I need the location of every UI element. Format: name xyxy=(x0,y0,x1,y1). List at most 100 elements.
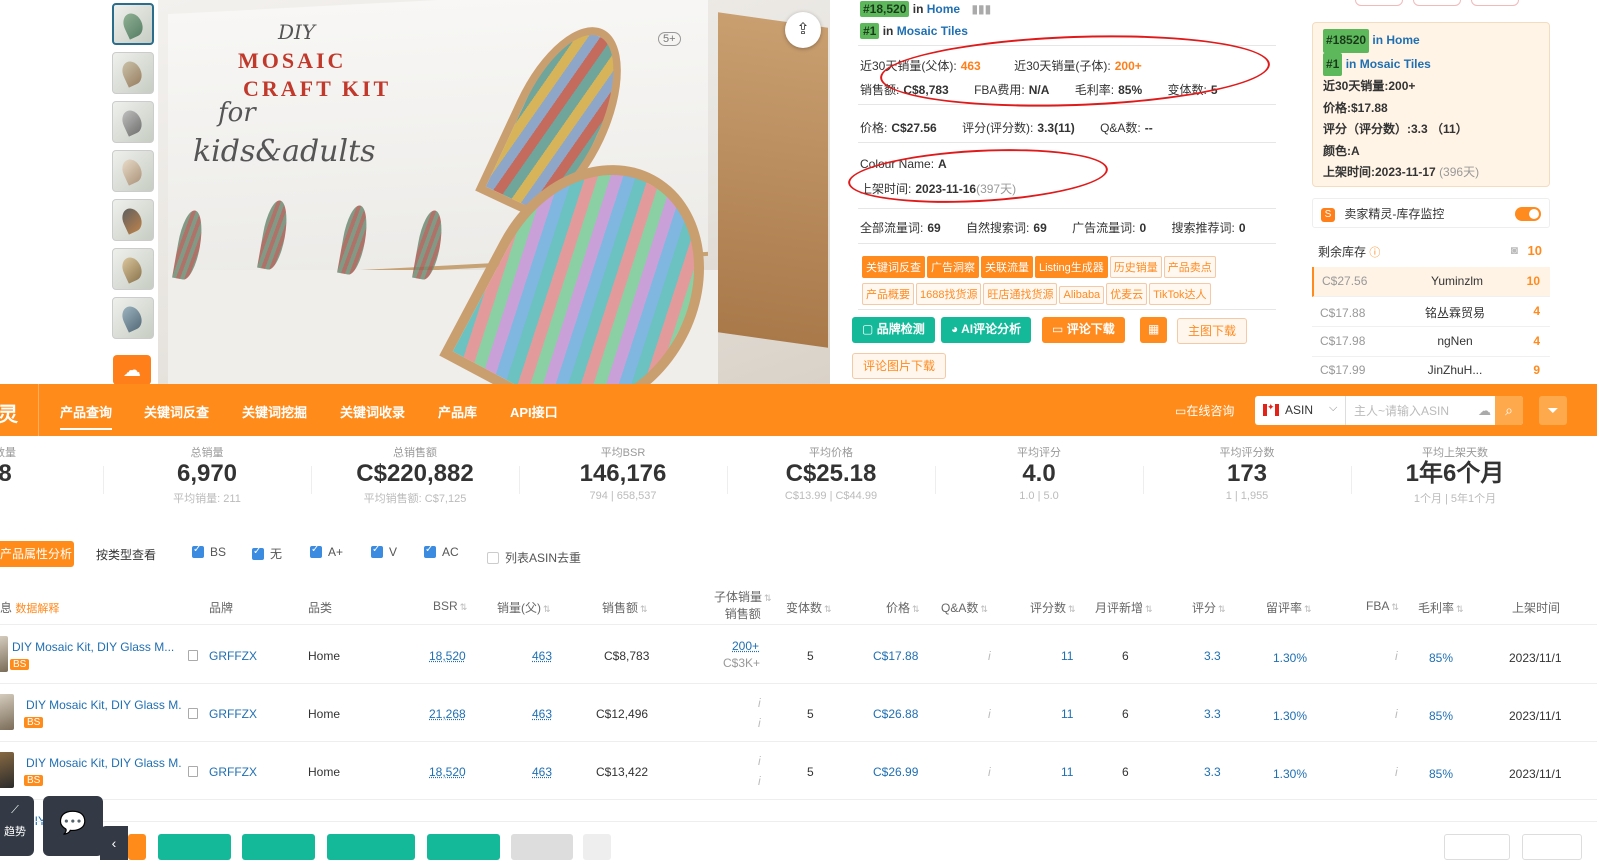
asin-search-input[interactable] xyxy=(1345,396,1485,425)
rating-value[interactable]: 3.3 xyxy=(1204,765,1221,779)
bsr-value[interactable]: 18,520 xyxy=(429,649,466,663)
nav-keyword-reverse[interactable]: 关键词反查 xyxy=(144,402,209,421)
brand-link[interactable]: GRFFZX xyxy=(209,765,257,779)
price-value[interactable]: C$26.99 xyxy=(873,765,918,779)
bottom-button[interactable] xyxy=(242,834,315,860)
col-bsr[interactable]: BSR ⇅ xyxy=(433,599,467,613)
bsr-value[interactable]: 21,268 xyxy=(429,707,466,721)
checkbox-ac[interactable]: AC xyxy=(424,544,459,559)
checkbox-aplus[interactable]: A+ xyxy=(310,544,343,559)
search-type-select[interactable]: ASIN xyxy=(1285,403,1313,417)
pagination-control[interactable] xyxy=(1444,834,1510,860)
fba-info-icon[interactable]: i xyxy=(1395,649,1398,663)
grid-button[interactable]: ▦ xyxy=(1140,317,1168,343)
chevron-down-icon[interactable]: ⌵ xyxy=(1329,402,1337,415)
sales-value[interactable]: 463 xyxy=(532,649,552,663)
pagination-control[interactable] xyxy=(1522,834,1582,860)
online-consult-link[interactable]: ▭在线咨询 xyxy=(1175,402,1234,419)
col-review-rate[interactable]: 留评率 ⇅ xyxy=(1266,599,1312,616)
review-download-button[interactable]: ▭ 评论下载 xyxy=(1042,317,1125,343)
review-image-download-button[interactable]: 评论图片下载 xyxy=(852,353,947,379)
col-child-sales[interactable]: 子体销量 ⇅ 销售额 xyxy=(714,589,772,622)
main-image-download-button[interactable]: 主图下载 xyxy=(1177,318,1248,344)
rating-value[interactable]: 3.3 xyxy=(1204,707,1221,721)
bottom-button[interactable] xyxy=(583,834,611,860)
col-fba[interactable]: FBA ⇅ xyxy=(1366,599,1399,613)
table-row[interactable]: DIY Mosaic Kit, DIY Glass M... BS GRFFZX… xyxy=(0,626,1597,684)
tag-selling-points[interactable]: 产品卖点 xyxy=(1163,256,1216,278)
col-margin[interactable]: 毛利率 ⇅ xyxy=(1418,599,1464,616)
tag-alibaba[interactable]: Alibaba xyxy=(1059,286,1105,304)
share-icon[interactable]: ⇪ xyxy=(785,12,821,48)
col-monthly-new[interactable]: 月评新增 ⇅ xyxy=(1095,599,1153,616)
brand-link[interactable]: GRFFZX xyxy=(209,707,257,721)
document-icon[interactable] xyxy=(188,766,198,777)
tag-listing-generator[interactable]: Listing生成器 xyxy=(1035,256,1108,278)
col-rating[interactable]: 评分 ⇅ xyxy=(1192,599,1226,616)
price-value[interactable]: C$26.88 xyxy=(873,707,918,721)
bottom-button[interactable] xyxy=(128,834,146,860)
sales-value[interactable]: 463 xyxy=(532,707,552,721)
qa-info-icon[interactable]: i xyxy=(988,765,991,779)
rank-category-link[interactable]: Mosaic Tiles xyxy=(897,24,968,38)
col-variants[interactable]: 变体数 ⇅ xyxy=(786,599,832,616)
col-rating-count[interactable]: 评分数 ⇅ xyxy=(1030,599,1076,616)
bar-chart-icon[interactable]: ▮▮▮ xyxy=(971,2,991,16)
rating-count-value[interactable]: 11 xyxy=(1061,765,1073,779)
qa-info-icon[interactable]: i xyxy=(988,707,991,721)
monitor-toggle[interactable] xyxy=(1515,207,1541,221)
checkbox-v[interactable]: V xyxy=(371,544,397,559)
upload-cloud-icon[interactable]: ☁ xyxy=(1478,403,1491,419)
tag-wangdiantong[interactable]: 旺店通找货源 xyxy=(983,283,1058,305)
help-icon[interactable]: ⓘ xyxy=(1369,247,1380,259)
checkbox-none[interactable]: 无 xyxy=(252,545,282,562)
thumbnail-1[interactable] xyxy=(112,3,154,45)
document-icon[interactable] xyxy=(188,708,198,719)
checkbox-bs[interactable]: BS xyxy=(192,544,226,559)
inventory-row[interactable]: C$27.56 Yuminzlm 10 xyxy=(1312,267,1550,297)
bottom-button[interactable] xyxy=(511,834,573,860)
product-thumbnail[interactable] xyxy=(0,752,14,788)
tag-tiktok[interactable]: TikTok达人 xyxy=(1149,283,1211,305)
child-revenue-info-icon[interactable]: i xyxy=(758,716,761,730)
camera-icon[interactable]: ◙ xyxy=(1511,243,1518,257)
inventory-row[interactable]: C$17.98 ngNen 4 xyxy=(1312,327,1550,357)
fba-info-icon[interactable]: i xyxy=(1395,707,1398,721)
chat-button[interactable]: 💬 xyxy=(43,796,103,856)
price-value[interactable]: C$17.88 xyxy=(873,649,918,663)
collapse-button[interactable]: ‹ xyxy=(100,826,128,860)
trend-chart-button[interactable]: ⟋ 趋势 xyxy=(0,796,34,856)
inventory-row[interactable]: C$17.88 铭丛霖贸易 4 xyxy=(1312,297,1550,327)
data-explain-link[interactable]: 数据解释 xyxy=(15,603,59,615)
inventory-row[interactable]: C$17.99 JinZhuH... 9 xyxy=(1312,356,1550,386)
product-thumbnail[interactable] xyxy=(0,694,14,730)
product-title-link[interactable]: DIY Mosaic Kit, DIY Glass M. xyxy=(26,698,182,712)
thumbnail-7[interactable] xyxy=(112,297,154,339)
thumbnail-4[interactable] xyxy=(112,150,154,192)
col-revenue[interactable]: 销售额 ⇅ xyxy=(602,599,648,616)
nav-keyword-mining[interactable]: 关键词挖掘 xyxy=(242,402,307,421)
rating-count-value[interactable]: 11 xyxy=(1061,649,1073,663)
view-by-type-link[interactable]: 按类型查看 xyxy=(96,546,156,563)
tab-stub[interactable] xyxy=(1471,0,1519,6)
attribute-analysis-button[interactable]: 产品属性分析 xyxy=(0,541,74,567)
tab-stub[interactable] xyxy=(1355,0,1403,6)
col-sales-parent[interactable]: 销量(父) ⇅ xyxy=(497,599,551,616)
tag-history-sales[interactable]: 历史销量 xyxy=(1109,256,1162,278)
tag-keyword-reverse[interactable]: 关键词反查 xyxy=(862,256,925,278)
table-row[interactable]: DIY Mosaic Kit, DIY Glass M. BS GRFFZX H… xyxy=(0,684,1597,742)
nav-api[interactable]: API接口 xyxy=(510,402,558,421)
col-price[interactable]: 价格 ⇅ xyxy=(886,599,920,616)
bottom-button[interactable] xyxy=(158,834,231,860)
child-sales-info-icon[interactable]: i xyxy=(758,754,761,768)
product-thumbnail[interactable] xyxy=(0,636,8,672)
tag-1688[interactable]: 1688找货源 xyxy=(916,283,982,305)
child-sales-value[interactable]: 200+ xyxy=(732,639,759,653)
tag-overview[interactable]: 产品概要 xyxy=(862,283,914,305)
thumbnail-6[interactable] xyxy=(112,248,154,290)
sales-value[interactable]: 463 xyxy=(532,765,552,779)
nav-product-library[interactable]: 产品库 xyxy=(438,402,477,421)
document-icon[interactable] xyxy=(188,650,198,661)
product-title-link[interactable]: DIY Mosaic Kit, DIY Glass M. xyxy=(26,756,182,770)
tag-ad-insight[interactable]: 广告洞察 xyxy=(927,256,979,278)
